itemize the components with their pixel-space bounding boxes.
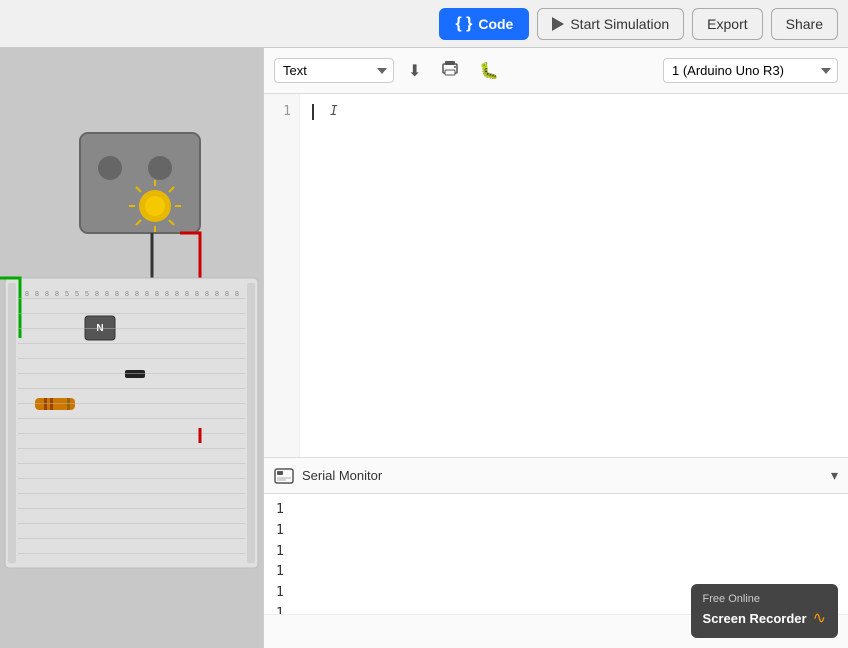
- svg-text:8: 8: [205, 291, 209, 298]
- main-toolbar: { } Code Start Simulation Export Share: [0, 0, 848, 48]
- svg-text:8: 8: [215, 291, 219, 298]
- serial-output-line: 1: [276, 542, 836, 563]
- svg-text:5: 5: [85, 291, 89, 298]
- serial-output-line: 1: [276, 562, 836, 583]
- svg-text:8: 8: [185, 291, 189, 298]
- svg-text:8: 8: [155, 291, 159, 298]
- svg-text:8: 8: [175, 291, 179, 298]
- serial-output-line: 1: [276, 521, 836, 542]
- serial-monitor-icon: [274, 468, 294, 484]
- text-cursor: [312, 104, 314, 120]
- svg-text:8: 8: [95, 291, 99, 298]
- svg-text:8: 8: [145, 291, 149, 298]
- svg-text:5: 5: [65, 291, 69, 298]
- svg-text:8: 8: [225, 291, 229, 298]
- code-content[interactable]: I: [300, 94, 848, 457]
- share-label: Share: [786, 16, 823, 32]
- download-icon: ⬇: [408, 61, 421, 81]
- svg-text:8: 8: [105, 291, 109, 298]
- line-numbers: 1: [264, 94, 300, 457]
- serial-monitor-header: Serial Monitor ▾: [264, 458, 848, 494]
- recorder-badge: Free Online Screen Recorder ∿: [691, 584, 838, 638]
- export-button[interactable]: Export: [692, 8, 762, 40]
- svg-text:5: 5: [75, 291, 79, 298]
- debug-button[interactable]: 🐛: [473, 57, 505, 85]
- code-panel: Text Blocks C++ ⬇ 🐛: [263, 48, 848, 648]
- brackets-icon: { }: [455, 15, 472, 33]
- start-simulation-button[interactable]: Start Simulation: [537, 8, 684, 40]
- serial-monitor-dropdown-button[interactable]: ▾: [831, 467, 838, 484]
- svg-text:8: 8: [235, 291, 239, 298]
- circuit-area: N: [0, 48, 263, 648]
- svg-text:8: 8: [115, 291, 119, 298]
- svg-text:8: 8: [35, 291, 39, 298]
- bug-icon: 🐛: [479, 61, 499, 81]
- svg-text:8: 8: [135, 291, 139, 298]
- download-button[interactable]: ⬇: [402, 57, 427, 85]
- code-editor[interactable]: 1 I: [264, 94, 848, 457]
- recorder-badge-title: Free Online: [703, 592, 826, 607]
- play-icon: [552, 17, 564, 31]
- svg-text:8: 8: [25, 291, 29, 298]
- export-label: Export: [707, 16, 747, 32]
- cursor-indicator: I: [330, 102, 338, 123]
- serial-output-line: 1: [276, 500, 836, 521]
- svg-text:8: 8: [45, 291, 49, 298]
- recorder-badge-name: Screen Recorder: [703, 610, 807, 628]
- code-button-label: Code: [478, 16, 513, 32]
- code-toolbar: Text Blocks C++ ⬇ 🐛: [264, 48, 848, 94]
- serial-monitor-title: Serial Monitor: [302, 468, 382, 483]
- code-button[interactable]: { } Code: [439, 8, 529, 40]
- recorder-wave-icon: ∿: [813, 608, 826, 630]
- language-select[interactable]: Text Blocks C++: [274, 58, 394, 83]
- svg-text:8: 8: [165, 291, 169, 298]
- main-area: N: [0, 48, 848, 648]
- circuit-panel: N: [0, 48, 263, 648]
- print-button[interactable]: [435, 56, 465, 85]
- share-button[interactable]: Share: [771, 8, 838, 40]
- cursor-line: I: [312, 102, 836, 123]
- svg-text:8: 8: [125, 291, 129, 298]
- svg-text:8: 8: [195, 291, 199, 298]
- svg-text:8: 8: [55, 291, 59, 298]
- start-simulation-label: Start Simulation: [570, 16, 669, 32]
- device-select[interactable]: 1 (Arduino Uno R3) 2 (Arduino Uno R3): [663, 58, 838, 83]
- print-icon: [441, 60, 459, 81]
